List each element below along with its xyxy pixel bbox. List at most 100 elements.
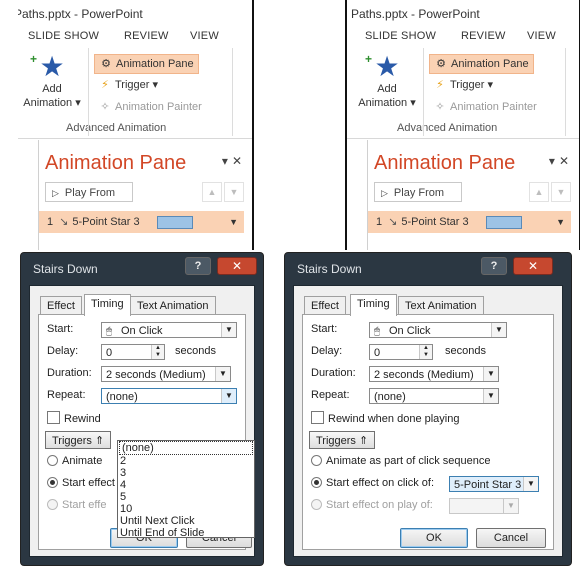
rewind-label: Rewind when done playing: [328, 413, 460, 425]
repeat-option-10[interactable]: 10: [118, 503, 254, 515]
start-select[interactable]: 🖱 On Click ▼: [101, 322, 237, 338]
move-down-icon[interactable]: ▼: [224, 182, 244, 202]
rewind-checkbox[interactable]: Rewind when done playing: [311, 411, 459, 425]
triggers-button[interactable]: Triggers ⇑: [309, 431, 376, 449]
tab-slide-show[interactable]: SLIDE SHOW: [365, 30, 436, 42]
motion-path-icon: ↘: [59, 216, 69, 228]
add-animation-label-1: Add: [377, 83, 397, 95]
repeat-option-none[interactable]: (none): [119, 441, 253, 455]
delay-value: 0: [374, 347, 381, 359]
ribbon-divider: [232, 48, 233, 136]
item-number: 1: [47, 216, 54, 228]
animation-list-item[interactable]: 1 ↘ 5-Point Star 3 ▼: [368, 211, 571, 233]
move-up-icon[interactable]: ▲: [202, 182, 222, 202]
ok-button[interactable]: OK: [400, 528, 468, 548]
animate-radio[interactable]: Animate as part of click sequence: [311, 455, 490, 467]
animation-pane-button[interactable]: ⚙ Animation Pane: [94, 54, 199, 74]
triggers-label: Triggers: [52, 435, 92, 447]
painter-icon: ✧: [100, 101, 110, 113]
delay-spinner[interactable]: 0 ▲ ▼: [101, 344, 165, 360]
add-animation-button[interactable]: + ★ Add Animation ▾: [357, 52, 417, 110]
ribbon-divider: [565, 48, 566, 136]
animation-list-item[interactable]: 1 ↘ 5-Point Star 3 ▼: [39, 211, 244, 233]
tab-effect[interactable]: Effect: [304, 296, 346, 315]
tab-text-animation[interactable]: Text Animation: [130, 296, 216, 315]
spinner-arrows-icon[interactable]: ▲ ▼: [151, 345, 164, 359]
move-down-icon[interactable]: ▼: [551, 182, 571, 202]
repeat-select[interactable]: (none) ▼: [101, 388, 237, 404]
add-animation-button[interactable]: + ★ Add Animation ▾: [22, 52, 82, 110]
pane-options-icon[interactable]: ▾: [222, 154, 232, 168]
spinner-arrows-icon[interactable]: ▲ ▼: [419, 345, 432, 359]
repeat-option-until-next-click[interactable]: Until Next Click: [118, 515, 254, 527]
duration-value: 2 seconds (Medium): [106, 369, 206, 381]
cancel-button[interactable]: Cancel: [476, 528, 546, 548]
animate-label: Animate: [62, 455, 103, 467]
tab-effect[interactable]: Effect: [40, 296, 82, 315]
repeat-select[interactable]: (none) ▼: [369, 388, 499, 404]
repeat-option-until-end-of-slide[interactable]: Until End of Slide: [118, 527, 254, 539]
start-effect-click-radio[interactable]: Start effect: [47, 477, 115, 489]
add-animation-label-2: Animation ▾: [358, 97, 416, 109]
close-icon[interactable]: ✕: [559, 154, 573, 168]
rewind-checkbox[interactable]: Rewind: [47, 411, 101, 425]
radio-disabled-icon: [47, 499, 58, 510]
start-label: Start:: [47, 323, 74, 335]
play-from-button[interactable]: ▷ Play From: [374, 182, 462, 202]
tab-review[interactable]: REVIEW: [461, 30, 506, 42]
play-from-button[interactable]: ▷ Play From: [45, 182, 133, 202]
start-select[interactable]: 🖱 On Click ▼: [369, 322, 507, 338]
play-from-label: Play From: [393, 187, 445, 199]
lightning-icon: ⚡: [101, 79, 109, 91]
help-button[interactable]: ?: [185, 257, 211, 275]
tab-text-animation[interactable]: Text Animation: [398, 296, 484, 315]
play-icon: ▷: [381, 188, 388, 198]
close-button[interactable]: ✕: [513, 257, 553, 275]
radio-selected-icon: [311, 477, 322, 488]
tab-timing[interactable]: Timing: [84, 294, 131, 316]
window-title: Paths.pptx - PowerPoint: [18, 7, 143, 21]
pane-title: Animation Pane: [374, 152, 516, 174]
animate-label: Animate as part of click sequence: [326, 455, 491, 467]
duration-select[interactable]: 2 seconds (Medium) ▼: [369, 366, 499, 382]
tab-timing[interactable]: Timing: [350, 294, 397, 316]
chevron-down-icon: ▼: [221, 323, 236, 337]
chevron-down-icon[interactable]: ▼: [229, 211, 238, 233]
click-of-select[interactable]: 5-Point Star 3 ▼: [449, 476, 539, 492]
repeat-option-5[interactable]: 5: [118, 491, 254, 503]
move-up-icon[interactable]: ▲: [529, 182, 549, 202]
repeat-option-4[interactable]: 4: [118, 479, 254, 491]
pane-options-icon[interactable]: ▾: [549, 154, 559, 168]
animation-pane-icon: ⚙: [101, 58, 111, 70]
delay-spinner[interactable]: 0 ▲ ▼: [369, 344, 433, 360]
delay-label: Delay:: [311, 345, 343, 357]
repeat-dropdown-list: (none) 2 3 4 5 10 Until Next Click Until…: [117, 440, 255, 539]
animation-pane-label: Animation Pane: [451, 58, 529, 70]
play-icon: ▷: [52, 188, 59, 198]
animation-painter-button[interactable]: ✧ Animation Painter: [429, 98, 541, 116]
repeat-label: Repeat:: [47, 389, 86, 401]
tab-review[interactable]: REVIEW: [124, 30, 169, 42]
tab-view[interactable]: VIEW: [190, 30, 219, 42]
stairs-down-dialog-left: Stairs Down ? ✕ Effect Timing Text Anima…: [20, 252, 264, 566]
repeat-option-3[interactable]: 3: [118, 467, 254, 479]
pane-controls: ▾✕: [222, 154, 246, 168]
start-effect-click-radio[interactable]: Start effect on click of:: [311, 477, 434, 489]
animation-painter-button[interactable]: ✧ Animation Painter: [94, 98, 206, 116]
repeat-option-2[interactable]: 2: [118, 455, 254, 467]
tab-view[interactable]: VIEW: [527, 30, 556, 42]
duration-select[interactable]: 2 seconds (Medium) ▼: [101, 366, 231, 382]
trigger-label: Trigger: [115, 79, 150, 91]
chevron-up-icon: ⇑: [95, 435, 105, 447]
close-icon[interactable]: ✕: [232, 154, 246, 168]
tab-slide-show[interactable]: SLIDE SHOW: [28, 30, 99, 42]
chevron-down-icon[interactable]: ▼: [556, 211, 565, 233]
trigger-button[interactable]: ⚡ Trigger ▾: [429, 76, 497, 94]
triggers-button[interactable]: Triggers ⇑: [45, 431, 112, 449]
animate-radio[interactable]: Animate: [47, 455, 102, 467]
ribbon-group-advanced-animation: + ★ Add Animation ▾ ⚙ Animation Pane ⚡ Tri…: [347, 50, 579, 139]
close-button[interactable]: ✕: [217, 257, 257, 275]
animation-pane-button[interactable]: ⚙ Animation Pane: [429, 54, 534, 74]
help-button[interactable]: ?: [481, 257, 507, 275]
trigger-button[interactable]: ⚡ Trigger ▾: [94, 76, 162, 94]
